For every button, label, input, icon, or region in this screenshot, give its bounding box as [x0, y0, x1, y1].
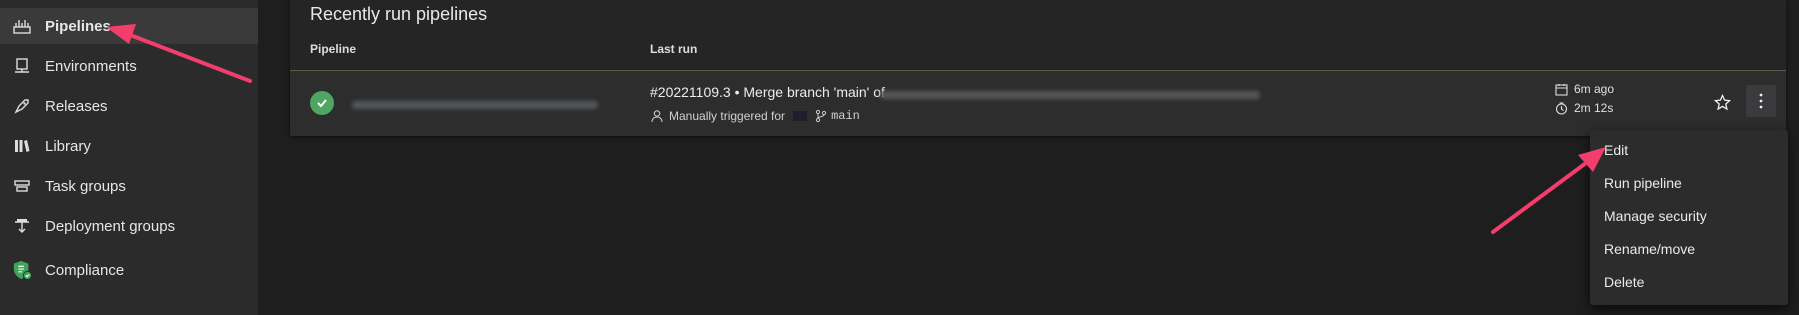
- sidebar-item-library[interactable]: Library: [0, 128, 258, 164]
- library-icon: [12, 136, 32, 156]
- menu-item-rename-move[interactable]: Rename/move: [1590, 232, 1788, 265]
- task-groups-icon: [12, 176, 32, 196]
- pipeline-name-redacted[interactable]: [352, 101, 598, 109]
- sidebar-item-environments[interactable]: Environments: [0, 48, 258, 84]
- menu-item-run-pipeline[interactable]: Run pipeline: [1590, 166, 1788, 199]
- sidebar-item-pipelines[interactable]: Pipelines: [0, 8, 258, 44]
- commit-message-redacted: [880, 91, 1260, 99]
- sidebar-item-label: Environments: [45, 57, 137, 75]
- sidebar-item-label: Task groups: [45, 177, 126, 195]
- column-header-pipeline[interactable]: Pipeline: [310, 42, 356, 56]
- column-header-last-run[interactable]: Last run: [650, 42, 697, 56]
- more-actions-button[interactable]: [1746, 85, 1776, 117]
- sidebar-item-label: Releases: [45, 97, 108, 115]
- recent-pipelines-card: Recently run pipelines Pipeline Last run…: [290, 0, 1786, 136]
- run-title-text: #20221109.3 • Merge branch 'main' of: [650, 84, 885, 100]
- success-status-icon: [310, 91, 334, 115]
- branch-name[interactable]: main: [831, 109, 860, 123]
- menu-item-delete[interactable]: Delete: [1590, 265, 1788, 298]
- trigger-text: Manually triggered for: [669, 109, 786, 123]
- user-redacted: [793, 111, 808, 121]
- run-meta: Manually triggered for main: [650, 109, 860, 123]
- run-duration: 2m 12s: [1555, 101, 1613, 115]
- sidebar: Pipelines Environments Releases Library …: [0, 0, 258, 315]
- deployment-groups-icon: [12, 216, 32, 236]
- sidebar-item-releases[interactable]: Releases: [0, 88, 258, 124]
- releases-icon: [12, 96, 32, 116]
- sidebar-item-task-groups[interactable]: Task groups: [0, 168, 258, 204]
- menu-item-manage-security[interactable]: Manage security: [1590, 199, 1788, 232]
- user-icon: [651, 110, 663, 123]
- table-row[interactable]: #20221109.3 • Merge branch 'main' of Man…: [290, 71, 1786, 136]
- calendar-icon: [1555, 83, 1568, 96]
- star-icon: [1713, 93, 1731, 110]
- sidebar-item-label: Library: [45, 137, 91, 155]
- sidebar-item-deployment-groups[interactable]: Deployment groups: [0, 208, 258, 244]
- sidebar-item-label: Deployment groups: [45, 217, 176, 235]
- run-duration-text: 2m 12s: [1574, 101, 1614, 115]
- sidebar-item-compliance[interactable]: Compliance: [0, 252, 258, 288]
- more-vertical-icon: [1759, 93, 1763, 109]
- menu-item-edit[interactable]: Edit: [1590, 133, 1788, 166]
- environments-icon: [12, 56, 32, 76]
- favorite-button[interactable]: [1711, 90, 1733, 114]
- run-age: 6m ago: [1555, 82, 1614, 96]
- compliance-icon: [12, 260, 32, 280]
- section-title: Recently run pipelines: [310, 4, 488, 24]
- sidebar-item-label: Pipelines: [45, 17, 111, 35]
- clock-icon: [1555, 101, 1568, 115]
- pipelines-icon: [12, 16, 32, 36]
- context-menu: Edit Run pipeline Manage security Rename…: [1590, 130, 1788, 305]
- run-title[interactable]: #20221109.3 • Merge branch 'main' of: [650, 84, 885, 100]
- branch-icon: [815, 109, 827, 123]
- run-age-text: 6m ago: [1574, 82, 1615, 96]
- sidebar-item-label: Compliance: [45, 261, 125, 279]
